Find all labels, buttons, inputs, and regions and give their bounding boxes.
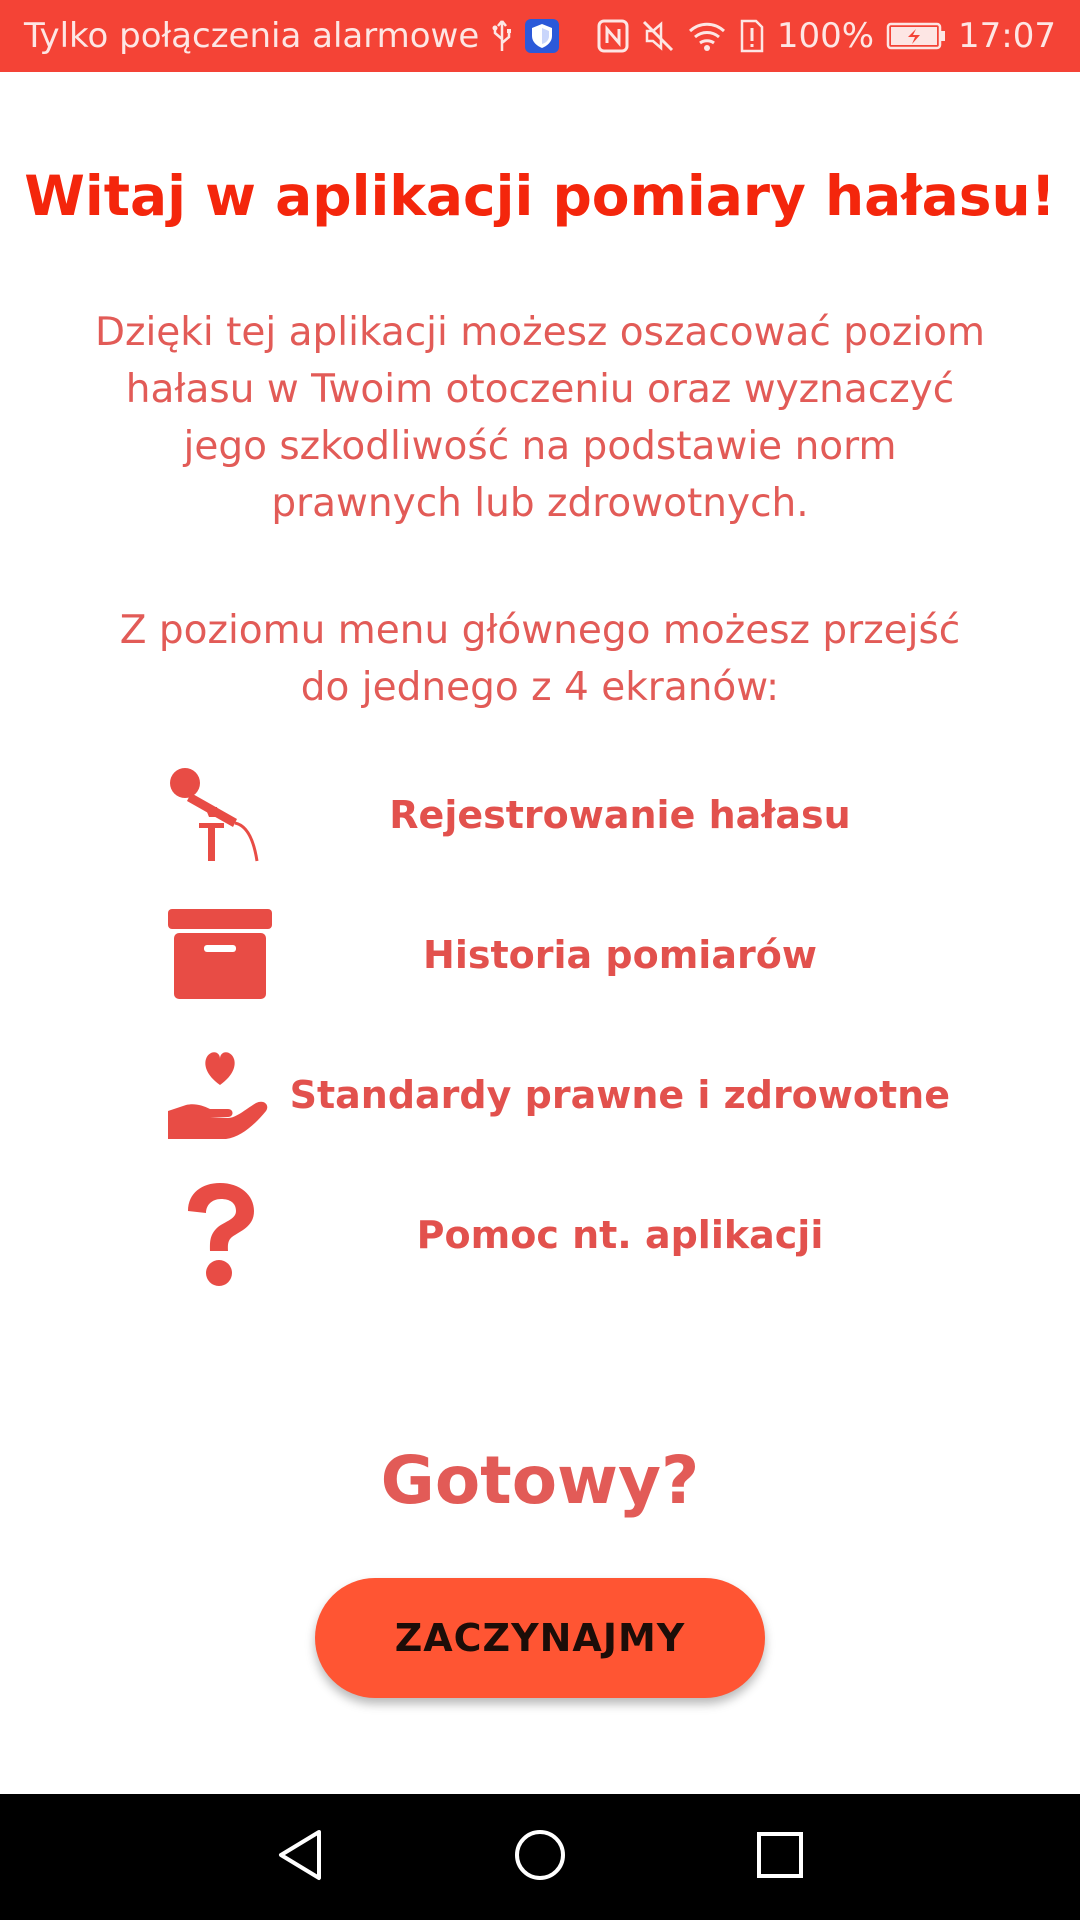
question-mark-icon: [150, 1180, 290, 1290]
usb-icon: [491, 19, 513, 53]
intro-line: jego szkodliwość na podstawie norm: [183, 424, 897, 469]
feature-item-history: Historia pomiarów: [150, 900, 950, 1010]
back-button[interactable]: [240, 1794, 360, 1920]
alert-sim-icon: [739, 19, 765, 53]
home-button[interactable]: [480, 1794, 600, 1920]
carrier-text: Tylko połączenia alarmowe: [24, 16, 480, 56]
ready-heading: Gotowy?: [380, 1442, 700, 1519]
status-right: 100% 17:07: [597, 16, 1056, 56]
archive-box-icon: [150, 900, 290, 1010]
mute-icon: [641, 19, 675, 53]
feature-label: Rejestrowanie hałasu: [389, 793, 851, 837]
wifi-icon: [687, 19, 727, 53]
intro-line: hałasu w Twoim otoczeniu oraz wyznaczyć: [125, 367, 955, 412]
feature-label: Pomoc nt. aplikacji: [416, 1213, 824, 1257]
recents-icon: [755, 1830, 805, 1884]
back-icon: [275, 1828, 325, 1886]
menu-hint-text: Z poziomu menu głównego możesz przejść d…: [90, 602, 990, 716]
intro-line: prawnych lub zdrowotnych.: [271, 481, 809, 526]
clock: 17:07: [958, 16, 1056, 56]
hand-heart-icon: [150, 1040, 290, 1150]
home-icon: [513, 1828, 567, 1886]
menu-hint-line: do jednego z 4 ekranów:: [300, 665, 780, 710]
page-title: Witaj w aplikacji pomiary hałasu!: [24, 164, 1056, 228]
navigation-bar: [0, 1794, 1080, 1920]
status-left: Tylko połączenia alarmowe: [24, 16, 560, 56]
menu-hint-line: Z poziomu menu głównego możesz przejść: [119, 608, 961, 653]
welcome-content: Witaj w aplikacji pomiary hałasu! Dzięki…: [0, 72, 1080, 1794]
battery-charging-icon: [886, 21, 946, 51]
feature-item-standards: Standardy prawne i zdrowotne: [150, 1040, 950, 1150]
shield-app-icon: [525, 19, 560, 53]
intro-line: Dzięki tej aplikacji możesz oszacować po…: [94, 310, 986, 355]
microphone-icon: [150, 760, 290, 870]
recents-button[interactable]: [720, 1794, 840, 1920]
status-bar: Tylko połączenia alarmowe 100% 17:07: [0, 0, 1080, 72]
feature-item-help: Pomoc nt. aplikacji: [150, 1180, 950, 1290]
start-button[interactable]: ZACZYNAJMY: [315, 1578, 765, 1698]
intro-text: Dzięki tej aplikacji możesz oszacować po…: [90, 304, 990, 532]
feature-label: Standardy prawne i zdrowotne: [289, 1073, 950, 1117]
nfc-icon: [597, 19, 629, 53]
battery-percent: 100%: [776, 16, 875, 56]
screen: Tylko połączenia alarmowe 100% 17:07 Wit…: [0, 0, 1080, 1920]
feature-label: Historia pomiarów: [423, 933, 817, 977]
feature-item-recording: Rejestrowanie hałasu: [150, 760, 950, 870]
